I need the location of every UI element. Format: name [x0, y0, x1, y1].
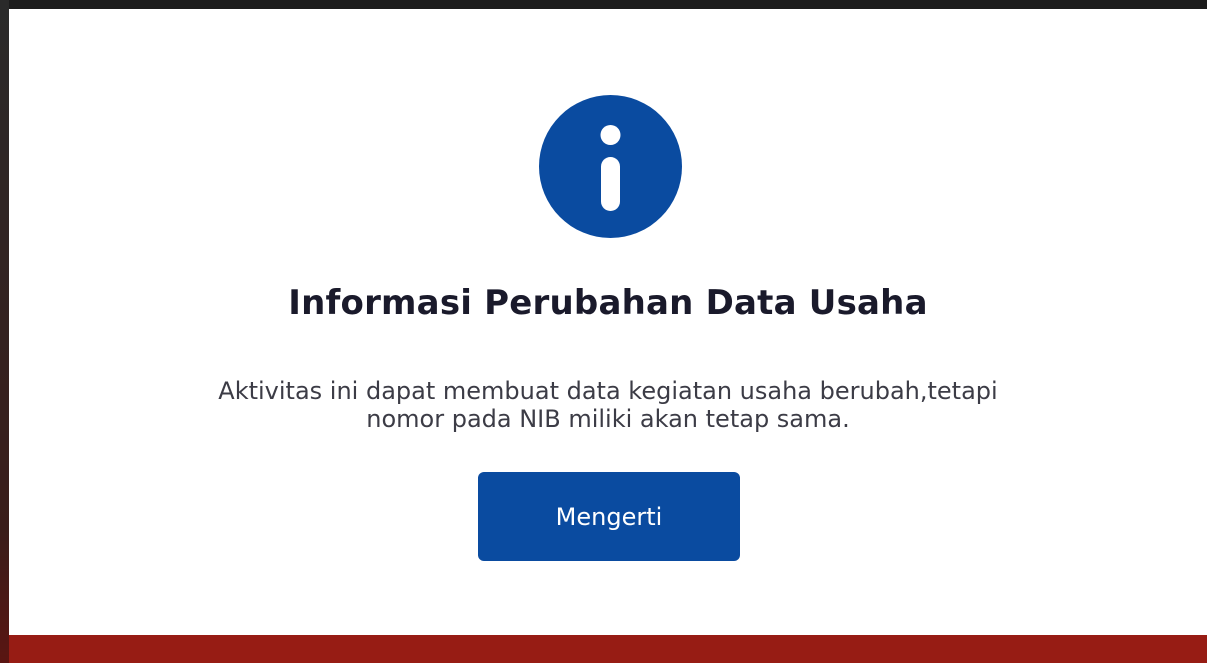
dialog-message: Aktivitas ini dapat membuat data kegiata…	[9, 377, 1207, 433]
footer-bar	[9, 635, 1207, 663]
dialog-message-line-1: Aktivitas ini dapat membuat data kegiata…	[218, 377, 998, 405]
info-icon	[539, 95, 682, 238]
backdrop-top	[0, 0, 1207, 9]
dialog-title: Informasi Perubahan Data Usaha	[288, 283, 928, 323]
info-dialog: Informasi Perubahan Data Usaha Aktivitas…	[9, 9, 1207, 663]
backdrop-left	[0, 0, 9, 663]
understand-button[interactable]: Mengerti	[478, 472, 740, 561]
dialog-message-line-2: nomor pada NIB miliki akan tetap sama.	[366, 405, 850, 433]
